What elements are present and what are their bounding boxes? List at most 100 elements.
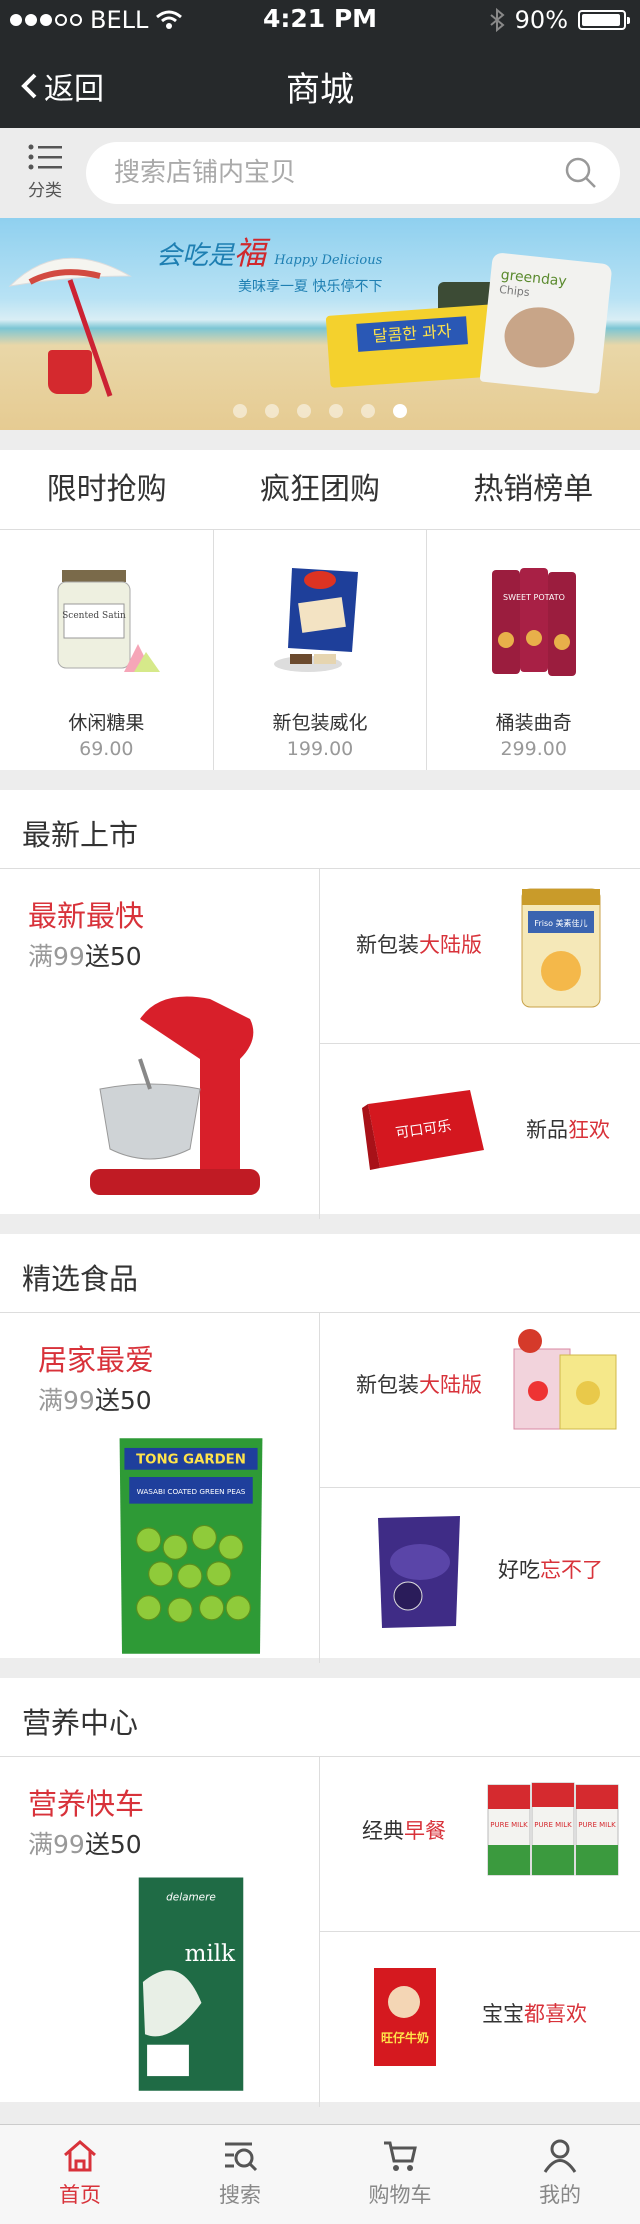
product-name: 新包装威化 [272, 712, 368, 734]
wangzai-milk-image: 旺仔牛奶 [374, 1968, 436, 2066]
tab-label: 购物车 [368, 2183, 432, 2207]
cell-text: 经典早餐 [362, 1819, 446, 1843]
category-button[interactable]: 分类 [18, 144, 72, 201]
product-card[interactable]: SWEET POTATO 桶装曲奇 299.00 [427, 530, 640, 770]
tab-cart[interactable]: 购物车 [320, 2125, 480, 2224]
feature-title: 营养快车 [28, 1787, 145, 1821]
feature-promo: 满99送50 [38, 1386, 152, 1415]
product-price: 69.00 [79, 738, 134, 760]
candy-jar-image: Scented Satin [57, 570, 161, 672]
feature-card[interactable]: 居家最爱 满99送50 TONG GARDEN WASABI COATED GR… [0, 1313, 320, 1663]
pail-image [48, 350, 92, 394]
section-new-arrivals: 最新上市 最新最快 满99送50 新包装大陆版 Friso 美素佳儿 可口可乐 … [0, 790, 640, 1219]
page-dot[interactable] [265, 404, 279, 418]
search-icon[interactable] [564, 156, 598, 190]
bluetooth-icon [490, 8, 505, 32]
snack-bag-image: TONG GARDEN WASABI COATED GREEN PEAS [119, 1438, 263, 1654]
product-name: 休闲糖果 [68, 712, 145, 734]
tab-mine[interactable]: 我的 [480, 2125, 640, 2224]
svg-text:PURE MILK: PURE MILK [534, 1821, 572, 1829]
section-title: 最新上市 [22, 818, 139, 852]
tab-label: 搜索 [219, 2183, 261, 2207]
feature-cell[interactable]: 新包装大陆版 [320, 1313, 640, 1488]
svg-text:WASABI COATED GREEN PEAS: WASABI COATED GREEN PEAS [137, 1487, 246, 1496]
battery-percent: 90% [514, 6, 568, 34]
nav-bar: 返回 商城 [0, 48, 640, 118]
section-title: 营养中心 [22, 1706, 139, 1740]
cookie-bag-image [378, 1516, 460, 1628]
svg-text:旺仔牛奶: 旺仔牛奶 [381, 2030, 429, 2045]
search-list-icon [225, 2142, 258, 2172]
banner-pagination [0, 404, 640, 418]
search-input[interactable] [114, 154, 554, 192]
banner-slogan: 会吃是福 Happy Delicious [156, 234, 383, 272]
svg-text:TONG GARDEN: TONG GARDEN [136, 1453, 246, 1468]
feature-cell[interactable]: 新包装大陆版 Friso 美素佳儿 [320, 869, 640, 1044]
section-nutrition: 营养中心 营养快车 满99送50 delamere milk 经典早餐 PURE… [0, 1678, 640, 2107]
search-row: 分类 [0, 128, 640, 218]
feature-title: 最新最快 [28, 899, 145, 933]
product-row: Scented Satin 休闲糖果 69.00 新包装威化 199.00 SW… [0, 530, 640, 770]
stand-mixer-image [90, 996, 260, 1195]
tab-label: 我的 [539, 2183, 581, 2207]
cell-text: 好吃忘不了 [498, 1558, 603, 1582]
feature-cell[interactable]: 可口可乐 新品狂欢 [320, 1044, 640, 1219]
page-dot[interactable] [361, 404, 375, 418]
feature-card[interactable]: 最新最快 满99送50 [0, 869, 320, 1219]
user-icon [543, 2139, 577, 2173]
list-icon [28, 144, 62, 170]
cell-text: 新品狂欢 [526, 1118, 610, 1142]
promo-banner[interactable]: 会吃是福 Happy Delicious 美味享一夏 快乐停不下 달콤한 과자 … [0, 218, 640, 430]
top-bar: BELL 4:21 PM 90% 返回 商城 [0, 0, 640, 128]
feature-card[interactable]: 营养快车 满99送50 delamere milk [0, 1757, 320, 2107]
home-icon [64, 2140, 96, 2172]
cell-text: 新包装大陆版 [356, 933, 482, 957]
feature-promo: 满99送50 [28, 942, 142, 971]
feature-cell[interactable]: 经典早餐 PURE MILK PURE MILK PURE MILK [320, 1757, 640, 1932]
product-price: 199.00 [286, 738, 354, 760]
banner-subtitle: 美味享一夏 快乐停不下 [238, 279, 383, 295]
search-box[interactable] [86, 142, 620, 204]
product-name: 桶装曲奇 [495, 712, 572, 734]
page-dot[interactable] [329, 404, 343, 418]
tab-group-buy[interactable]: 疯狂团购 [213, 450, 426, 529]
bottom-tab-bar: 首页 搜索 购物车 我的 [0, 2124, 640, 2224]
status-bar: BELL 4:21 PM 90% [0, 0, 640, 40]
product-card[interactable]: Scented Satin 休闲糖果 69.00 [0, 530, 214, 770]
feature-title: 居家最爱 [38, 1343, 155, 1377]
feature-cell[interactable]: 好吃忘不了 [320, 1488, 640, 1663]
milk-carton-image: delamere milk [138, 1877, 244, 2091]
candy-bags-image [513, 1329, 617, 1430]
promo-tabs: 限时抢购 疯狂团购 热销榜单 [0, 450, 640, 530]
page-dot[interactable] [233, 404, 247, 418]
svg-text:Friso 美素佳儿: Friso 美素佳儿 [534, 918, 587, 928]
svg-text:milk: milk [185, 1941, 237, 1967]
snack-box-image: 달콤한 과자 [325, 304, 501, 388]
page-title: 商城 [286, 70, 354, 110]
cell-text: 宝宝都喜欢 [482, 2002, 587, 2026]
svg-text:delamere: delamere [166, 1891, 216, 1903]
page-dot[interactable] [297, 404, 311, 418]
formula-can-image: Friso 美素佳儿 [521, 888, 601, 1008]
cell-text: 新包装大陆版 [356, 1373, 482, 1397]
cart-icon [384, 2141, 417, 2171]
cola-pack-image: 可口可乐 [362, 1090, 484, 1170]
svg-text:SWEET POTATO: SWEET POTATO [503, 593, 565, 602]
feature-cell[interactable]: 旺仔牛奶 宝宝都喜欢 [320, 1932, 640, 2107]
tab-bestsellers[interactable]: 热销榜单 [427, 450, 640, 529]
tab-search[interactable]: 搜索 [160, 2125, 320, 2224]
tab-flash-sale[interactable]: 限时抢购 [0, 450, 213, 529]
battery-icon [578, 10, 630, 30]
feature-promo: 满99送50 [28, 1830, 142, 1859]
product-card[interactable]: 新包装威化 199.00 [214, 530, 428, 770]
tab-label: 首页 [59, 2183, 101, 2207]
svg-text:PURE MILK: PURE MILK [578, 1821, 616, 1829]
tab-home[interactable]: 首页 [0, 2125, 160, 2224]
milk-cartons-image: PURE MILK PURE MILK PURE MILK [487, 1782, 619, 1876]
section-selected-food: 精选食品 居家最爱 满99送50 TONG GARDEN WASABI COAT… [0, 1234, 640, 1663]
section-title: 精选食品 [22, 1262, 139, 1296]
cookie-tubes-image: SWEET POTATO [491, 568, 576, 676]
page-dot-active[interactable] [393, 404, 407, 418]
svg-text:Scented Satin: Scented Satin [62, 611, 126, 621]
svg-text:PURE MILK: PURE MILK [490, 1821, 528, 1829]
